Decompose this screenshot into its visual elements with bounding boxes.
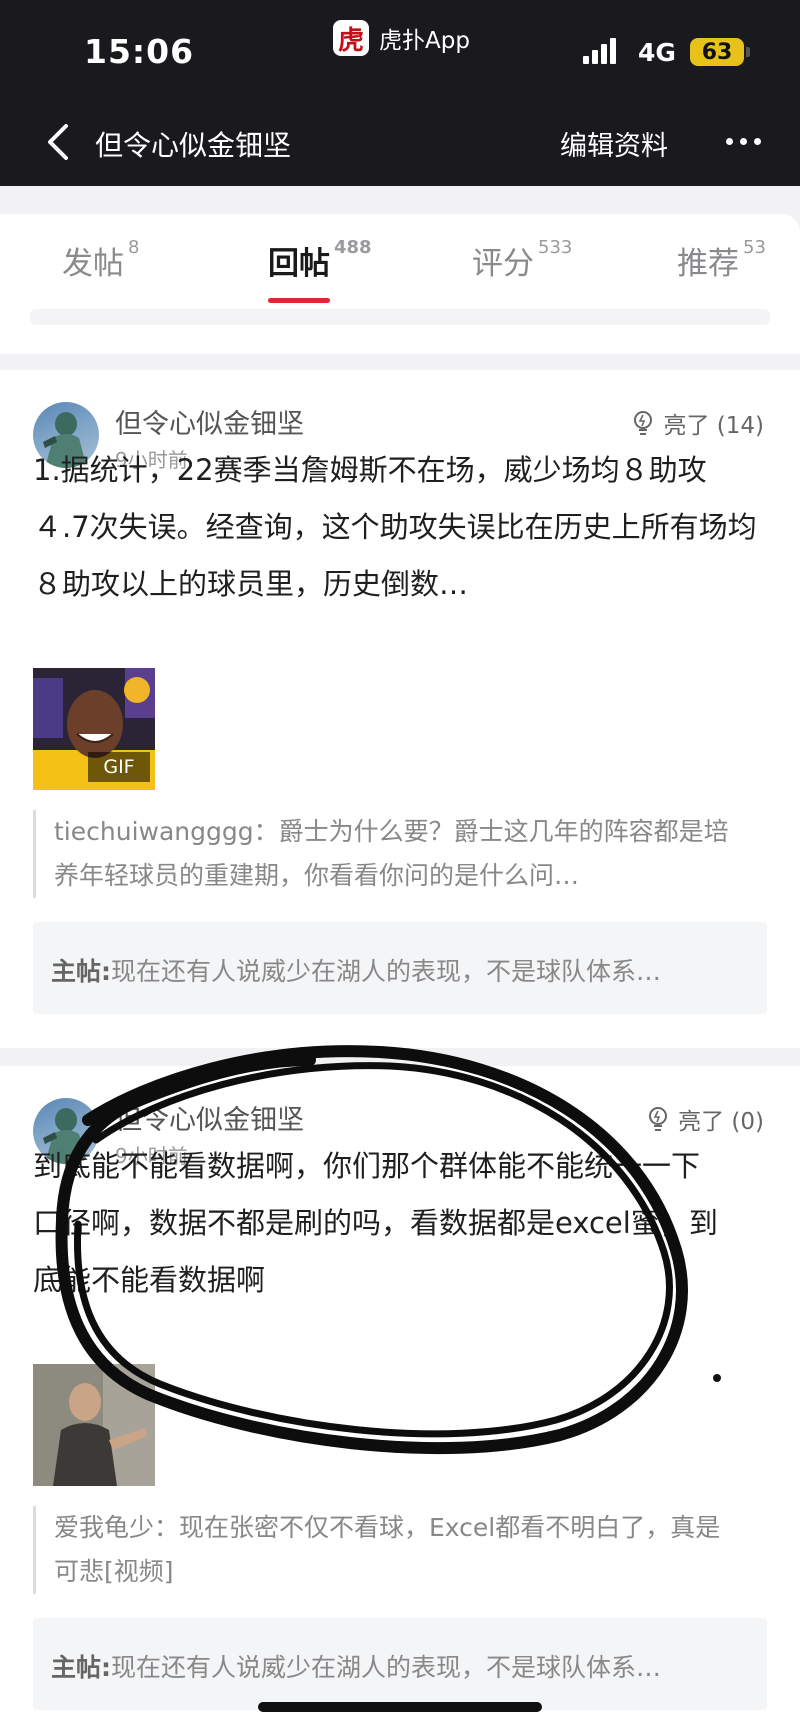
top-bar: 15:06 虎 虎扑App 4G 63 但令心似金钿坚 编辑资料: [0, 0, 800, 186]
reply-text[interactable]: 到底能不能看数据啊，你们那个群体能不能统一一下口径啊，数据不都是刷的吗，看数据都…: [33, 1138, 723, 1309]
tab-count: 533: [538, 236, 573, 258]
author-name[interactable]: 但令心似金钿坚: [115, 1098, 304, 1137]
nav-title: 但令心似金钿坚: [95, 129, 292, 162]
reply-card[interactable]: 但令心似金钿坚 9小时前 亮了 (14) 1.据统计，22赛季当詹姆斯不在场，威…: [0, 370, 800, 1048]
reply-card[interactable]: 但令心似金钿坚 9小时前 亮了 (0) 到底能不能看数据啊，你们那个群体能不能统…: [0, 1066, 800, 1731]
tab-posts[interactable]: 发帖 8: [62, 236, 140, 283]
app-name: 虎扑App: [379, 28, 470, 54]
tab-label: 评分: [472, 246, 534, 282]
divider: [30, 309, 770, 325]
tab-bar: 发帖 8 回帖 488 评分 533 推荐 53: [0, 214, 800, 354]
tab-count: 53: [743, 236, 766, 258]
gif-badge: GIF: [88, 752, 150, 782]
reply-text[interactable]: 1.据统计，22赛季当詹姆斯不在场，威少场均８助攻４.7次失误。经查询，这个助攻…: [33, 442, 763, 613]
tab-label: 回帖: [268, 246, 330, 282]
battery-icon: 63: [690, 38, 750, 66]
status-time: 15:06: [84, 32, 195, 71]
ellipsis-icon[interactable]: [726, 138, 761, 145]
edit-profile-button[interactable]: 编辑资料: [560, 124, 668, 163]
main-post-title: 现在还有人说威少在湖人的表现，不是球队体系…: [111, 1653, 662, 1682]
light-button[interactable]: 亮了 (14): [631, 406, 764, 440]
network-type: 4G: [638, 38, 676, 67]
tab-count: 488: [334, 236, 372, 258]
light-count: 亮了 (14): [663, 413, 764, 439]
main-post-link[interactable]: 主帖:现在还有人说威少在湖人的表现，不是球队体系…: [33, 1618, 767, 1710]
main-post-link[interactable]: 主帖:现在还有人说威少在湖人的表现，不是球队体系…: [33, 922, 767, 1014]
main-post-label: 主帖:: [51, 1653, 111, 1682]
reply-image[interactable]: [33, 1364, 155, 1486]
home-indicator: [258, 1702, 542, 1712]
main-post-label: 主帖:: [51, 957, 111, 986]
signal-icon: [583, 38, 616, 64]
tab-ratings[interactable]: 评分 533: [472, 236, 573, 283]
lightbulb-icon: [649, 1107, 668, 1131]
light-count: 亮了 (0): [678, 1109, 764, 1135]
main-post-title: 现在还有人说威少在湖人的表现，不是球队体系…: [111, 957, 662, 986]
tab-replies[interactable]: 回帖 488: [268, 236, 372, 283]
tab-count: 8: [128, 236, 140, 258]
light-button[interactable]: 亮了 (0): [646, 1102, 764, 1136]
reply-gif-image[interactable]: GIF: [33, 668, 155, 790]
app-indicator: 虎 虎扑App: [333, 20, 470, 56]
chevron-left-icon[interactable]: [44, 122, 72, 162]
quoted-reply[interactable]: tiechuiwangggg：爵士为什么要？爵士这几年的阵容都是培养年轻球员的重…: [33, 810, 733, 898]
author-name[interactable]: 但令心似金钿坚: [115, 402, 304, 441]
hupu-logo-icon: 虎: [333, 20, 369, 56]
tab-recommend[interactable]: 推荐 53: [677, 236, 766, 283]
active-tab-indicator: [268, 298, 330, 303]
tab-label: 推荐: [677, 246, 739, 282]
quoted-reply[interactable]: 爱我龟少：现在张密不仅不看球，Excel都看不明白了，真是可悲[视频]: [33, 1506, 733, 1594]
tab-label: 发帖: [62, 246, 124, 282]
lightbulb-icon: [634, 411, 653, 435]
